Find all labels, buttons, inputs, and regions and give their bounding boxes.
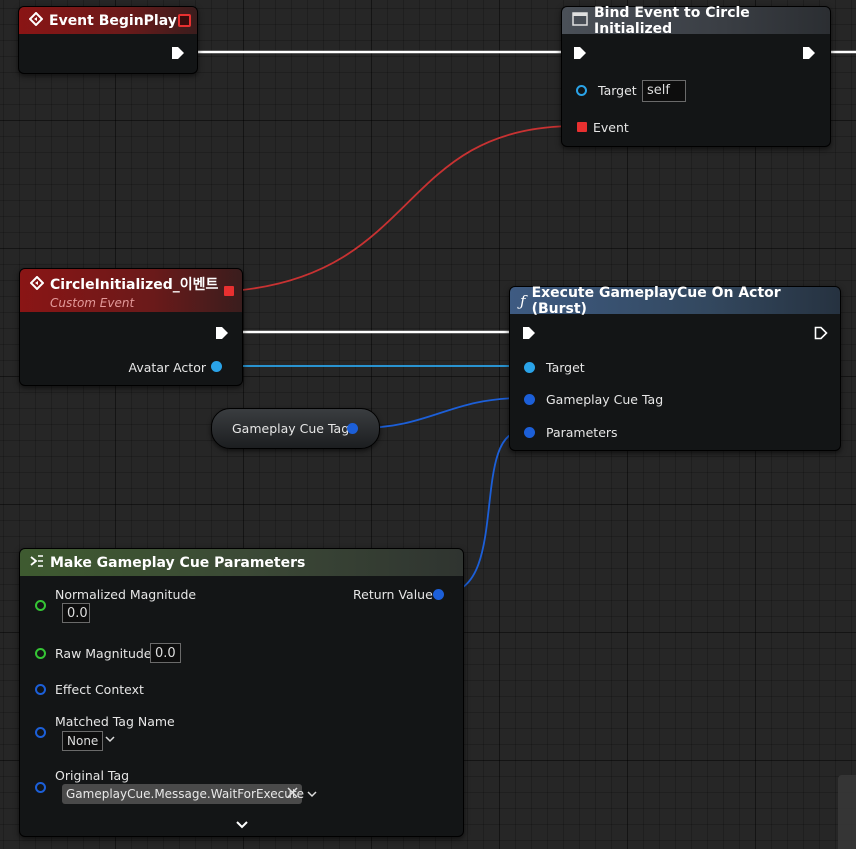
exec-input-pin[interactable] [573,46,587,60]
custom-event-node[interactable]: CircleInitialized_이벤트 Custom Event Avata… [19,268,243,386]
expand-chevron-icon[interactable] [235,819,249,833]
return-value-output-pin[interactable] [433,589,444,600]
matched-tag-name-input-pin[interactable] [35,727,46,738]
matched-tag-name-label: Matched Tag Name [55,714,175,729]
execute-gameplaycue-node[interactable]: ƒ Execute GameplayCue On Actor (Burst) T… [509,284,841,451]
delegate-wire-event [241,125,573,291]
node-header: Make Gameplay Cue Parameters [20,549,463,576]
function-window-icon [572,11,588,30]
exec-output-pin[interactable] [802,46,816,60]
make-gameplay-cue-parameters-node[interactable]: Make Gameplay Cue Parameters Normalized … [19,548,464,837]
normalized-magnitude-label: Normalized Magnitude [55,587,197,602]
node-title: CircleInitialized_이벤트 [50,277,219,293]
avatar-actor-label: Avatar Actor [128,360,206,375]
exec-output-pin[interactable] [171,46,185,60]
event-input-pin[interactable] [577,122,587,132]
partial-offscreen-node [838,775,856,849]
exec-output-pin[interactable] [814,326,828,340]
raw-magnitude-input-pin[interactable] [35,648,46,659]
target-input-pin[interactable] [576,85,587,96]
event-beginplay-node[interactable]: Event BeginPlay [18,6,198,74]
event-label: Event [593,120,629,135]
raw-magnitude-field[interactable]: 0.0 [150,643,181,663]
avatar-actor-output-pin[interactable] [211,361,222,372]
node-title: Bind Event to Circle Initialized [594,4,750,37]
event-diamond-icon [29,275,45,294]
original-tag-input-pin[interactable] [35,782,46,793]
variable-output-pin[interactable] [347,423,358,434]
make-struct-icon [30,554,44,572]
gameplay-cue-tag-variable-node[interactable]: Gameplay Cue Tag [211,408,380,449]
node-header: CircleInitialized_이벤트 Custom Event [20,269,242,312]
struct-wire-tag-to-execute [359,397,523,429]
parameters-input-pin[interactable] [524,427,535,438]
function-icon: ƒ [520,291,526,310]
target-label: Target [598,83,637,98]
gameplay-cue-tag-input-pin[interactable] [524,394,535,405]
raw-magnitude-label: Raw Magnitude [55,646,152,661]
original-tag-label: Original Tag [55,768,130,783]
gameplay-cue-tag-label: Gameplay Cue Tag [546,392,664,407]
node-header: ƒ Execute GameplayCue On Actor (Burst) [510,284,840,317]
bind-event-node[interactable]: Bind Event to Circle Initialized Target … [561,4,831,147]
exec-input-pin[interactable] [522,326,536,340]
original-tag-value: GameplayCue.Message.WaitForExecute [66,787,304,801]
target-label: Target [546,360,585,375]
node-header: Event BeginPlay [19,7,197,34]
event-diamond-icon [28,11,44,30]
variable-label: Gameplay Cue Tag [232,421,350,436]
parameters-label: Parameters [546,425,618,440]
target-input-pin[interactable] [524,362,535,373]
normalized-magnitude-input-pin[interactable] [35,600,46,611]
clear-x-icon[interactable] [287,784,298,804]
node-header: Bind Event to Circle Initialized [562,4,830,37]
exec-output-pin[interactable] [215,326,229,340]
normalized-magnitude-field[interactable]: 0.0 [62,603,90,623]
effect-context-label: Effect Context [55,682,144,697]
return-value-label: Return Value [353,587,433,602]
chevron-down-icon[interactable] [306,788,318,803]
node-title: Execute GameplayCue On Actor (Burst) [531,284,781,317]
matched-tag-name-dropdown[interactable]: None [62,731,104,751]
node-subtitle: Custom Event [50,296,135,310]
delegate-output-pin[interactable] [224,286,234,296]
effect-context-input-pin[interactable] [35,684,46,695]
node-title: Make Gameplay Cue Parameters [50,554,306,571]
chevron-down-icon[interactable] [104,733,116,748]
delegate-output-pin[interactable] [178,14,191,27]
target-value-field[interactable]: self [642,80,686,102]
node-title: Event BeginPlay [49,12,177,29]
original-tag-chip[interactable]: GameplayCue.Message.WaitForExecute [62,784,304,804]
